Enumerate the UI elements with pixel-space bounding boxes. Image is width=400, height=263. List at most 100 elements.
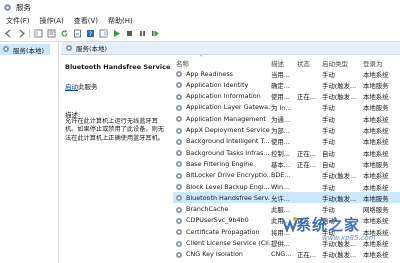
service-startup: 手动: [322, 183, 335, 192]
window-title: 服务: [16, 3, 31, 12]
properties-icon[interactable]: [46, 29, 56, 39]
service-startup: 手动: [322, 206, 335, 215]
console-tree: 服务(本地): [0, 42, 59, 263]
table-row[interactable]: Application Identity 确定... 手动(触发... 本地服务: [173, 79, 400, 90]
start-service-link[interactable]: 启动: [65, 83, 78, 91]
detail-action: 启动此服务: [65, 81, 98, 91]
service-name: AppX Deployment Service...: [186, 126, 270, 134]
service-startup: 手动: [322, 70, 335, 79]
service-desc: 为通...: [271, 115, 290, 124]
service-desc: Win...: [271, 182, 290, 191]
menu-bar: 文件(F) 操作(A) 查看(V) 帮助(H): [0, 15, 400, 26]
table-row[interactable]: AppX Deployment Service... 为部... 手动 本地系统: [173, 125, 400, 136]
watermark-url: www.xp85.com: [322, 234, 376, 242]
menu-help[interactable]: 帮助(H): [108, 16, 133, 26]
gear-icon: [175, 70, 183, 78]
panel-header: 服务(本地): [61, 42, 400, 55]
column-name[interactable]: 名称: [176, 58, 189, 68]
column-startup[interactable]: 启动类型: [322, 58, 348, 68]
gear-icon: [175, 81, 183, 89]
tree-item-label: 服务(本地): [13, 46, 45, 55]
svg-text:?: ?: [88, 31, 91, 38]
service-startup: 手动(触发...: [322, 194, 357, 203]
service-logon: 本地服务: [363, 160, 389, 169]
gear-icon: [175, 217, 183, 225]
gear-icon: [175, 194, 183, 202]
gear-icon: [175, 251, 183, 259]
gear-icon: [175, 183, 183, 191]
table-row[interactable]: Bluetooth Handsfree Serv... 允许... 手动(触发...…: [173, 192, 400, 204]
toolbar-separator: [29, 29, 30, 38]
table-row[interactable]: Application Management 为通... 手动 本地系统: [173, 113, 400, 124]
stop-icon[interactable]: [124, 29, 134, 39]
table-row[interactable]: Application Layer Gatewa... 为 In... 手动 本地服务: [173, 102, 400, 113]
gear-icon: [175, 115, 183, 123]
pause-icon[interactable]: [137, 29, 147, 39]
service-logon: 本地系统: [363, 93, 389, 102]
gear-icon: [175, 93, 183, 101]
service-name: CNG Key Isolation: [186, 250, 243, 259]
back-icon[interactable]: [3, 29, 13, 39]
watermark: 系统之家 www.xp85.com: [281, 214, 400, 263]
start-service-suffix: 此服务: [78, 83, 98, 91]
service-startup: 手动: [322, 127, 335, 135]
service-startup: 自动: [322, 160, 335, 169]
restart-icon[interactable]: [150, 29, 160, 39]
refresh-icon[interactable]: [59, 29, 69, 39]
table-row[interactable]: BitLocker Drive Encryptio... BDE... 手动(触发.…: [173, 170, 400, 181]
table-row[interactable]: BranchCache 此服... 手动 网络服务: [173, 204, 400, 215]
service-name: Application Layer Gatewa...: [186, 103, 270, 112]
service-desc: 允许...: [271, 194, 290, 203]
service-logon: 本地服务: [363, 104, 389, 113]
service-name: App Readiness: [186, 69, 233, 78]
table-row[interactable]: App Readiness 当用... 手动 本地系统: [173, 68, 400, 79]
service-name: Application Information: [186, 92, 261, 101]
column-status[interactable]: 状态: [297, 58, 310, 68]
service-name: Bluetooth Handsfree Serv...: [186, 193, 270, 202]
console-tree-icon[interactable]: [33, 29, 43, 39]
detail-desc: 允许在此计算机上运行无线蓝牙耳机。如果停止或禁用了此设备，则无法在此计算机上正确…: [65, 118, 164, 142]
gear-icon: [175, 172, 183, 180]
service-status: 正在...: [297, 160, 316, 169]
column-logon[interactable]: 登录为: [363, 58, 383, 68]
gear-icon: [175, 160, 183, 168]
menu-view[interactable]: 查看(V): [74, 16, 98, 26]
menu-file[interactable]: 文件(F): [6, 16, 30, 26]
table-row[interactable]: Background Tasks Infras... 控制... 正在... 自动 本地…: [173, 147, 400, 158]
service-name: Block Level Backup Engi...: [186, 182, 270, 191]
sort-ascending-icon: ^: [199, 55, 204, 61]
forward-icon[interactable]: [16, 29, 26, 39]
gear-icon: [2, 45, 10, 55]
column-desc[interactable]: 描述: [271, 58, 284, 68]
service-logon: 网络服务: [363, 206, 389, 215]
service-name: Application Management: [186, 114, 266, 123]
service-name: Application Identity: [186, 80, 249, 89]
gear-icon: [175, 104, 183, 112]
service-startup: 手动: [322, 138, 335, 147]
service-name: CDPUserSvc_9b4b0: [186, 216, 249, 225]
service-startup: 手动: [322, 115, 335, 124]
export-icon[interactable]: [72, 29, 82, 39]
table-row[interactable]: Block Level Backup Engi... Win... 手动 本地系统: [173, 181, 400, 192]
service-desc: 当用...: [271, 70, 290, 79]
table-row[interactable]: Application Information 使用... 正在... 手动(触发..…: [173, 91, 400, 102]
start-icon[interactable]: [111, 29, 121, 39]
service-logon: 本地系统: [363, 183, 389, 192]
service-status: 正在...: [297, 149, 316, 158]
menu-action[interactable]: 操作(A): [40, 16, 64, 26]
gear-icon: [65, 44, 73, 52]
table-row[interactable]: Base Filtering Engine 基本... 正在... 自动 本地服务: [173, 158, 400, 169]
service-logon: 本地系统: [363, 149, 389, 158]
table-row[interactable]: Background Intelligent T... 使用... 手动 本地系统: [173, 136, 400, 147]
service-logon: 本地服务: [363, 194, 389, 203]
service-desc: 使用...: [271, 93, 290, 102]
help-icon[interactable]: ?: [85, 29, 95, 39]
service-startup: 手动(触发...: [322, 81, 357, 90]
tree-item-services-local[interactable]: 服务(本地): [0, 44, 50, 55]
service-desc: 控制...: [271, 149, 290, 158]
service-desc: 使用...: [271, 138, 290, 147]
gear-icon: [175, 206, 183, 214]
service-logon: 本地系统: [363, 70, 389, 79]
show-hide-icon[interactable]: [98, 29, 108, 39]
service-name: Base Filtering Engine: [186, 159, 254, 168]
